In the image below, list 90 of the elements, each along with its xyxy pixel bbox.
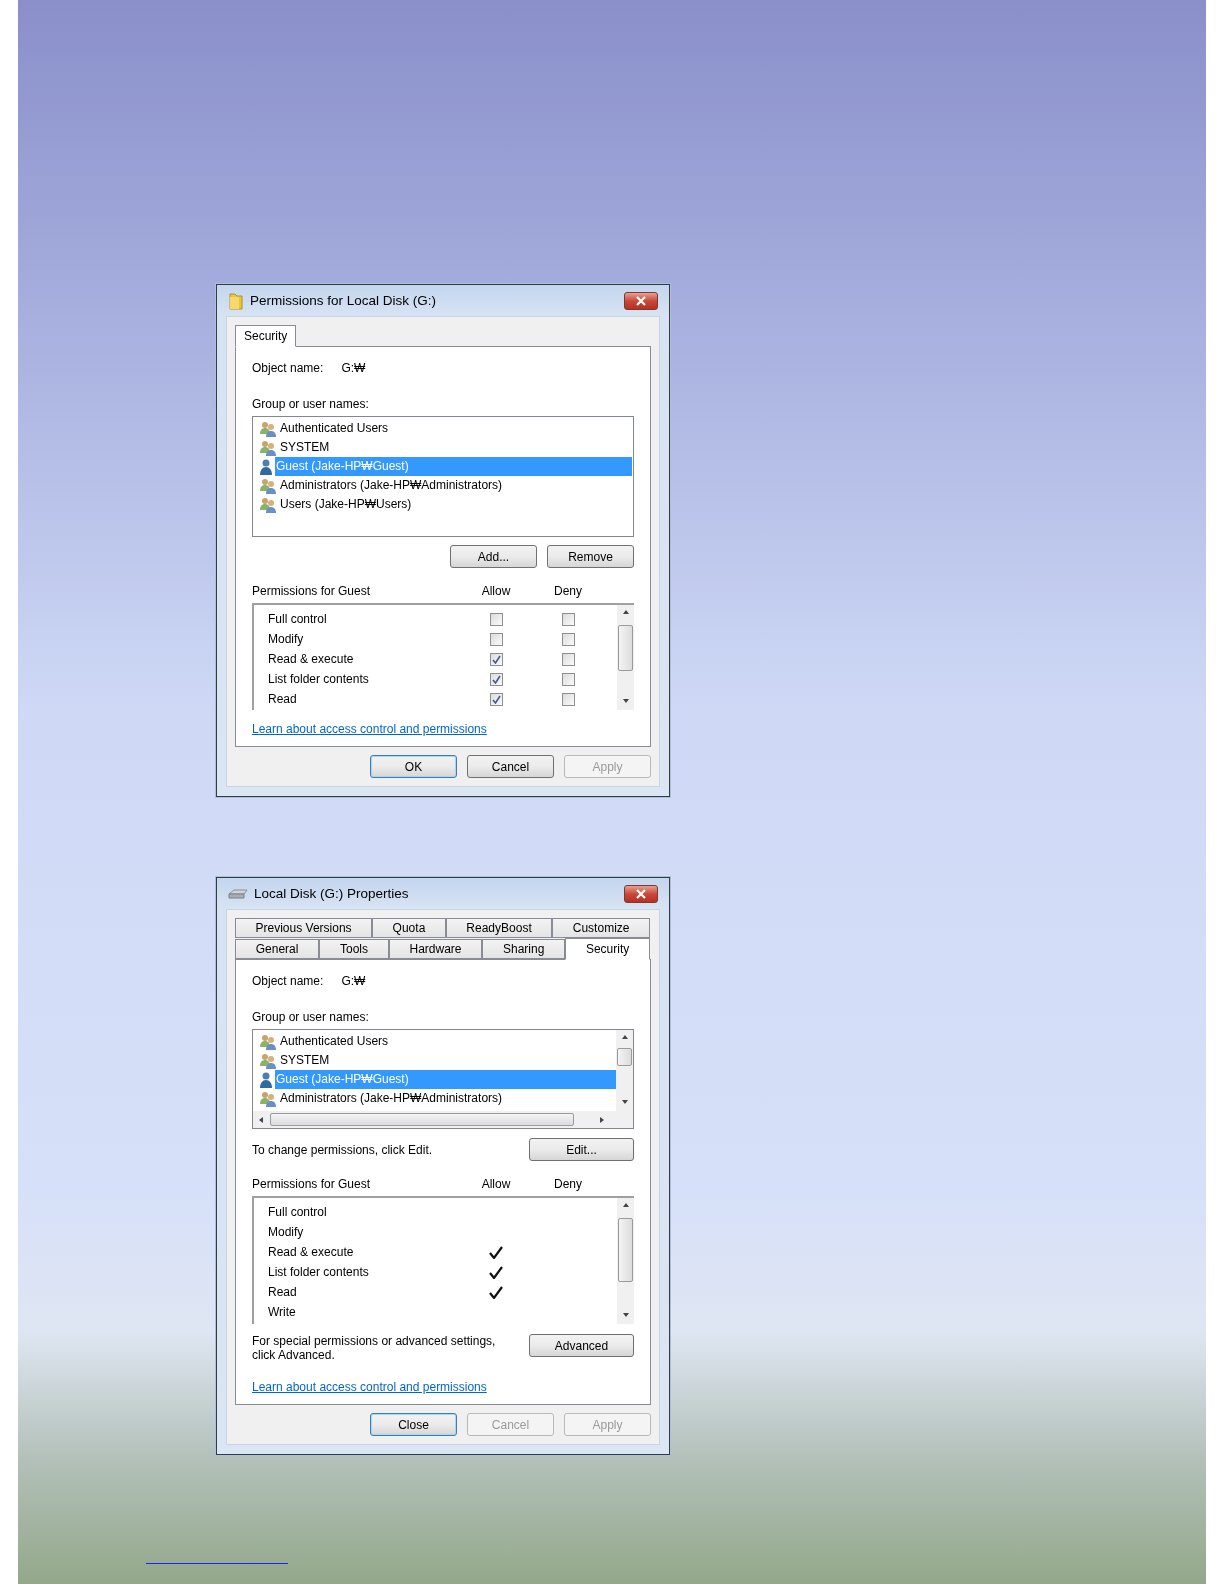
window-title: Local Disk (G:) Properties [254,884,410,903]
permission-name: Modify [268,631,305,648]
field-label: Group or user names: [252,396,370,413]
permissions-label: Permissions for Guest [252,1176,372,1193]
object-name-value: G:₩ [341,360,366,377]
checkbox[interactable] [561,652,575,666]
permission-name: Read & execute [268,1244,355,1261]
close-button[interactable] [624,292,658,310]
user-list-item[interactable]: Authenticated Users [279,1032,616,1051]
column-header: Allow [480,1176,512,1193]
user-icon [259,458,273,475]
object-name-value: G:₩ [341,973,366,990]
column-header: Allow [480,583,512,600]
tab[interactable]: General [235,939,320,959]
column-header: Deny [553,1176,583,1193]
scroll-up-arrow-icon[interactable] [621,609,630,617]
scroll-thumb[interactable] [270,1113,574,1126]
permission-name: Full control [268,1204,328,1221]
permissions-label: Permissions for Guest [252,583,372,600]
tab[interactable]: Previous Versions [235,918,373,938]
permission-name: Full control [268,611,328,628]
drive-icon [228,888,248,900]
checkbox[interactable] [489,612,503,626]
vertical-scrollbar[interactable] [617,1198,634,1324]
scroll-up-arrow-icon[interactable] [620,1034,629,1042]
permission-name: Write [268,1304,297,1321]
help-link[interactable]: Learn about access control and permissions [252,722,487,736]
field-label: Object name: [252,973,324,990]
checkbox[interactable] [489,692,503,706]
checkbox[interactable] [489,672,503,686]
dialog-button[interactable]: OK [370,755,457,778]
scroll-thumb[interactable] [618,625,633,671]
checkbox[interactable] [489,652,503,666]
dialog-button[interactable]: Add... [450,545,537,568]
close-button[interactable] [624,885,658,903]
scroll-up-arrow-icon[interactable] [621,1202,630,1210]
permission-name: Read [268,691,298,708]
field-label: Group or user names: [252,1009,370,1026]
tab[interactable]: Sharing [482,939,566,959]
checkbox[interactable] [489,632,503,646]
checkbox[interactable] [561,672,575,686]
tab[interactable]: Quota [372,918,446,938]
close-icon [635,889,647,899]
permission-name: Read & execute [268,651,355,668]
tab[interactable]: ReadyBoost [445,918,553,938]
help-link[interactable]: Learn about access control and permissions [252,1380,487,1394]
scroll-thumb[interactable] [618,1218,633,1282]
user-group-icon [259,477,277,494]
column-header: Deny [553,583,583,600]
permission-name: List folder contents [268,671,370,688]
user-list-item[interactable]: Administrators (Jake-HP₩Administrators) [279,1089,616,1108]
user-group-icon [259,1090,277,1107]
instruction-text: For special permissions or advanced settings, click Advanced. [252,1334,497,1362]
vertical-scrollbar[interactable] [617,605,634,710]
tab[interactable]: Customize [552,918,650,938]
checkbox[interactable] [561,692,575,706]
tab[interactable]: Security [235,325,297,347]
user-group-icon [259,1033,277,1050]
user-group-icon [259,420,277,437]
user-group-icon [259,1052,277,1069]
user-list-item[interactable]: SYSTEM [279,438,632,457]
tab[interactable]: Tools [319,939,389,959]
user-icon [259,1071,273,1088]
field-label: Object name: [252,360,324,377]
tab[interactable]: Security [565,938,650,960]
dialog-button[interactable]: Close [370,1413,457,1436]
dialog-button[interactable]: Advanced [529,1334,634,1357]
permission-name: Modify [268,1224,305,1241]
horizontal-scrollbar[interactable] [253,1111,633,1128]
user-list-item[interactable]: Administrators (Jake-HP₩Administrators) [279,476,632,495]
folder-icon [228,292,244,310]
user-list-item[interactable]: Users (Jake-HP₩Users) [279,495,632,514]
close-icon [635,296,647,306]
dialog-button[interactable]: Cancel [467,755,554,778]
dialog-button[interactable]: Edit... [529,1138,634,1161]
checkbox[interactable] [561,612,575,626]
user-list-item[interactable]: SYSTEM [279,1051,616,1070]
scroll-left-arrow-icon[interactable] [258,1115,266,1124]
scroll-thumb[interactable] [617,1048,632,1066]
dialog-button[interactable]: Remove [547,545,634,568]
vertical-scrollbar[interactable] [616,1030,633,1111]
permission-name: Read [268,1284,298,1301]
permission-name: List folder contents [268,1264,370,1281]
checkbox[interactable] [561,632,575,646]
user-list-item[interactable]: Authenticated Users [279,419,632,438]
user-group-icon [259,496,277,513]
window-title: Permissions for Local Disk (G:) [250,291,438,310]
instruction-text: To change permissions, click Edit. [252,1141,433,1159]
user-group-icon [259,439,277,456]
tab[interactable]: Hardware [388,939,483,959]
